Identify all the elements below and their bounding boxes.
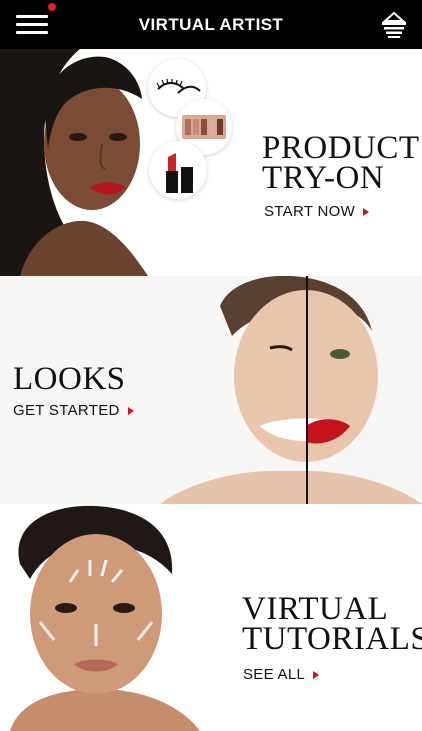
title-line: TRY-ON <box>262 160 385 196</box>
basket-icon <box>382 11 406 38</box>
menu-button[interactable] <box>16 12 50 38</box>
see-all-link[interactable]: SEE ALL <box>243 666 320 683</box>
looks-title: LOOKS <box>13 361 126 397</box>
title-line: PRODUCT <box>262 130 420 166</box>
product-try-on-title: PRODUCT TRY-ON <box>262 130 420 196</box>
virtual-tutorials-title: VIRTUAL TUTORIALS <box>242 591 422 657</box>
page-title: VIRTUAL ARTIST <box>138 14 284 34</box>
cta-label: SEE ALL <box>243 666 306 683</box>
contouring-model-image <box>0 504 220 731</box>
split-divider-line <box>306 276 308 504</box>
cta-label: GET STARTED <box>13 402 120 419</box>
menu-icon-bar <box>16 15 48 18</box>
title-line: VIRTUAL <box>242 591 389 627</box>
arrow-right-icon <box>363 207 370 216</box>
notification-dot <box>48 3 56 11</box>
product-try-on-banner[interactable]: PRODUCT TRY-ON START NOW <box>0 49 422 276</box>
arrow-right-icon <box>127 406 134 415</box>
virtual-tutorials-banner[interactable]: VIRTUAL TUTORIALS SEE ALL <box>0 504 422 731</box>
arrow-right-icon <box>313 670 320 679</box>
lipstick-product-image <box>149 141 207 199</box>
model-portrait-image <box>0 49 148 276</box>
split-face-model-image <box>160 276 422 504</box>
menu-icon-bar <box>16 31 48 34</box>
looks-banner[interactable]: LOOKS GET STARTED <box>0 276 422 504</box>
start-now-link[interactable]: START NOW <box>264 203 370 220</box>
menu-icon-bar <box>16 23 48 26</box>
get-started-link[interactable]: GET STARTED <box>13 402 134 419</box>
title-line: LOOKS <box>13 361 126 397</box>
title-line: TUTORIALS <box>242 621 422 657</box>
cta-label: START NOW <box>264 203 356 220</box>
basket-button[interactable] <box>380 11 408 39</box>
app-header: VIRTUAL ARTIST <box>0 0 422 49</box>
